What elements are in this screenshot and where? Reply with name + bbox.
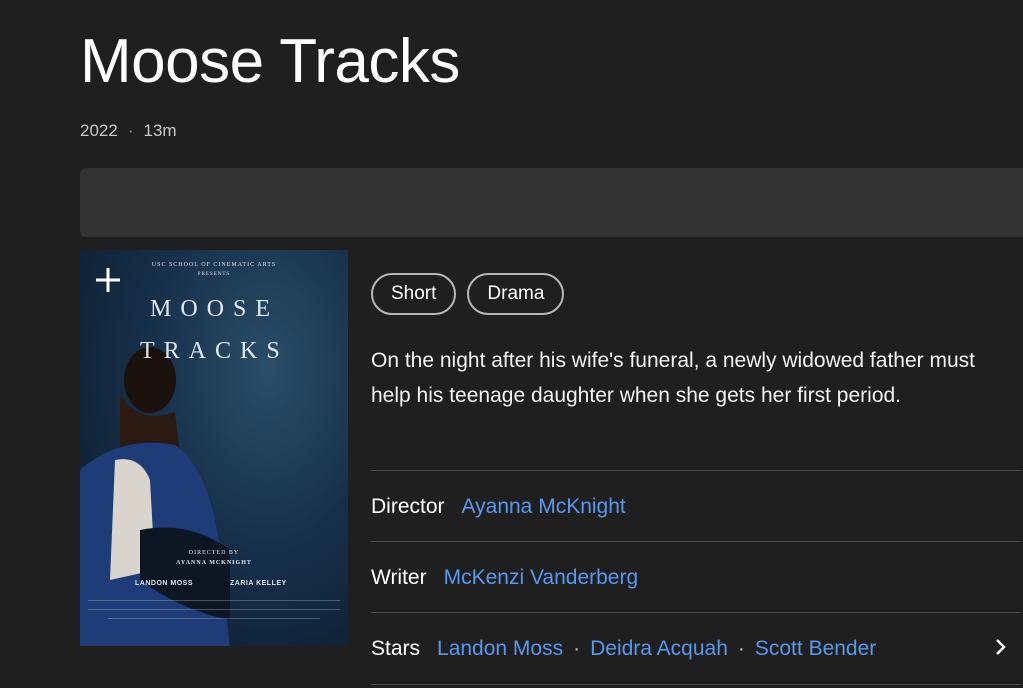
plot-summary: On the night after his wife's funeral, a… (371, 349, 975, 407)
writer-label: Writer (371, 565, 427, 589)
star-link[interactable]: Scott Bender (755, 637, 876, 661)
poster-credit-line (88, 600, 340, 606)
poster-actor-1: LANDON MOSS (135, 580, 193, 587)
chevron-right-icon[interactable] (995, 636, 1007, 662)
poster-credit-line (88, 609, 340, 615)
plus-icon (96, 268, 120, 292)
genre-chips: Short Drama (371, 273, 565, 315)
title-meta: 2022 · 13m (80, 121, 177, 141)
runtime: 13m (143, 121, 177, 140)
genre-chip-drama[interactable]: Drama (467, 273, 565, 315)
poster-image[interactable]: USC SCHOOL OF CINEMATIC ARTS PRESENTS MO… (80, 250, 348, 646)
page-title: Moose Tracks (80, 27, 460, 96)
poster-director: AYANNA MCKNIGHT (176, 560, 252, 566)
release-year[interactable]: 2022 (80, 121, 118, 141)
star-link[interactable]: Deidra Acquah (590, 637, 728, 661)
star-separator: · (737, 636, 745, 660)
poster-title-line2: TRACKS (140, 338, 289, 364)
stars-label[interactable]: Stars (371, 637, 420, 661)
poster-actor-2: ZARIA KELLEY (230, 580, 287, 587)
meta-separator: · (127, 121, 134, 140)
credit-row-writer: Writer McKenzi Vanderberg (371, 541, 1021, 613)
credits-bottom-divider (371, 684, 1021, 685)
writer-link[interactable]: McKenzi Vanderberg (444, 566, 639, 590)
director-label: Director (371, 494, 445, 518)
poster-credit-line (108, 618, 320, 624)
star-separator: · (573, 636, 581, 660)
media-bar (80, 168, 1023, 237)
poster-credit-block (88, 597, 340, 627)
credit-row-stars[interactable]: Stars Landon Moss · Deidra Acquah · Scot… (371, 612, 1021, 684)
poster-title-line1: MOOSE (150, 296, 280, 322)
poster-directed-by: DIRECTED BY (188, 550, 240, 556)
genre-chip-short[interactable]: Short (371, 273, 457, 315)
director-link[interactable]: Ayanna McKnight (462, 495, 626, 519)
add-to-watchlist-button[interactable] (90, 262, 126, 298)
star-link[interactable]: Landon Moss (437, 637, 563, 661)
credit-row-director: Director Ayanna McKnight (371, 470, 1021, 542)
